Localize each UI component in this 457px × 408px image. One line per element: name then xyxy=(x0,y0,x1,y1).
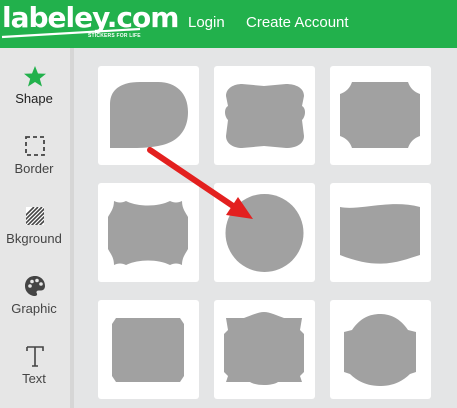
speech-bubble-shape xyxy=(110,82,188,148)
dashed-square-icon xyxy=(25,136,45,156)
beveled-rectangle-shape xyxy=(112,318,184,382)
logo-tagline: STICKERS FOR LIFE xyxy=(88,33,141,39)
labeley-logo[interactable]: labeley.com STICKERS FOR LIFE xyxy=(0,0,179,48)
wavy-rectangle-shape xyxy=(225,84,305,148)
shape-tile-notched-rectangle[interactable] xyxy=(330,66,431,165)
circle-shape xyxy=(225,194,304,272)
sidebar-item-text[interactable]: Text xyxy=(0,328,70,398)
shape-tile-arched-plaque[interactable] xyxy=(330,300,431,399)
sidebar-item-label: Border xyxy=(14,161,54,176)
sidebar-item-shape[interactable]: Shape xyxy=(0,48,70,118)
shape-tile-circle[interactable] xyxy=(214,183,315,282)
login-link[interactable]: Login xyxy=(188,14,225,32)
hatched-square-icon xyxy=(26,207,44,225)
scalloped-frame-shape xyxy=(108,201,188,265)
arched-plaque-shape xyxy=(344,314,416,386)
sidebar-item-label: Graphic xyxy=(11,301,57,316)
star-icon xyxy=(24,66,46,87)
sidebar-item-border[interactable]: Border xyxy=(0,118,70,188)
shape-gallery xyxy=(74,48,457,408)
shape-tile-scalloped-frame[interactable] xyxy=(98,183,199,282)
text-t-icon xyxy=(26,346,44,367)
shape-tile-wavy-rectangle[interactable] xyxy=(214,66,315,165)
tool-sidebar: Shape Border Bkground Graphic Text xyxy=(0,48,70,408)
sidebar-item-label: Shape xyxy=(15,91,53,106)
shape-tile-ornate-frame[interactable] xyxy=(214,300,315,399)
sidebar-item-label: Bkground xyxy=(6,231,62,246)
ornate-frame-shape xyxy=(224,312,304,385)
palette-icon xyxy=(25,276,45,296)
shape-tile-wave-banner[interactable] xyxy=(330,183,431,282)
shape-tile-speech-bubble[interactable] xyxy=(98,66,199,165)
shape-tile-beveled-rectangle[interactable] xyxy=(98,300,199,399)
create-account-link[interactable]: Create Account xyxy=(246,14,349,32)
top-bar: labeley.com STICKERS FOR LIFE Login Crea… xyxy=(0,0,457,48)
wave-banner-shape xyxy=(340,204,420,264)
sidebar-item-background[interactable]: Bkground xyxy=(0,188,70,258)
sidebar-item-label: Text xyxy=(22,371,46,386)
notched-rectangle-shape xyxy=(340,82,420,148)
sidebar-item-graphic[interactable]: Graphic xyxy=(0,258,70,328)
